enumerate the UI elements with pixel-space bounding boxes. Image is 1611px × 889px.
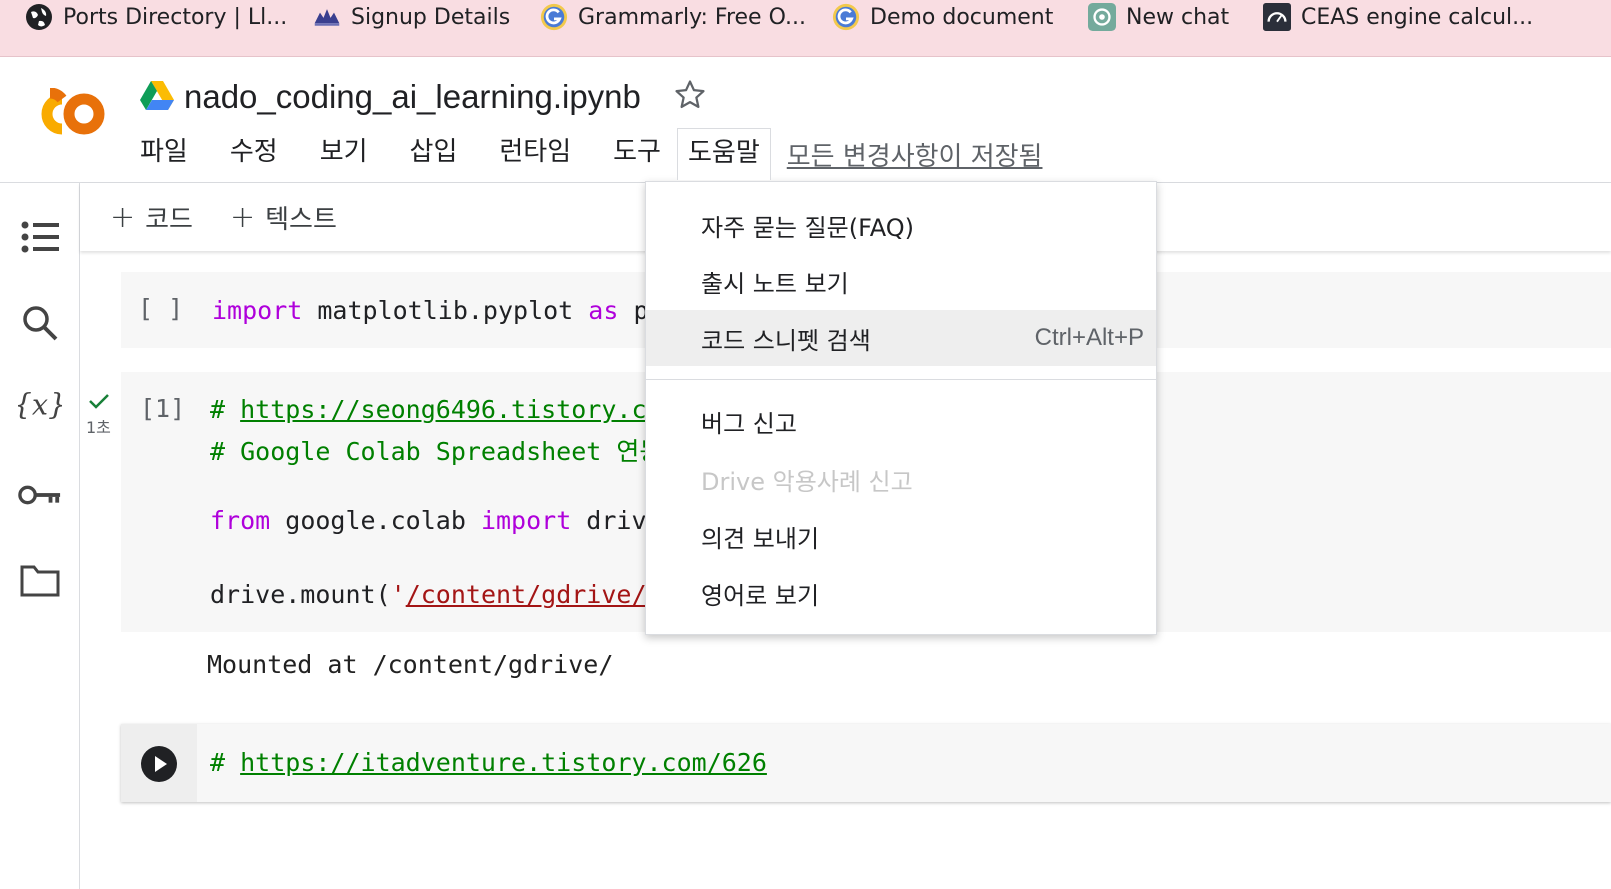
table-of-contents-icon[interactable]: [18, 215, 62, 259]
help-menu-item-send-feedback[interactable]: 의견 보내기: [646, 508, 1156, 564]
comment-hash: #: [210, 395, 241, 424]
add-text-label: 텍스트: [265, 204, 337, 235]
code-link[interactable]: https://itadventure.tistory.com/626: [240, 748, 767, 777]
bookmarks-bar: Ports Directory | Ll... Signup Details G…: [0, 0, 1611, 57]
help-menu-item-release-notes[interactable]: 출시 노트 보기: [646, 253, 1156, 309]
menu-item-label: 코드 스니펫 검색: [701, 326, 871, 355]
logo-icon: [313, 3, 341, 31]
cell-prompt[interactable]: [1]: [140, 394, 185, 423]
code-line[interactable]: # https://seong6496.tistory.com/: [210, 395, 692, 424]
bookmark-label: CEAS engine calcul...: [1301, 4, 1534, 30]
bookmark-ceas-engine[interactable]: CEAS engine calcul...: [1263, 0, 1533, 34]
bookmark-label: Ports Directory | Ll...: [63, 4, 288, 30]
menu-view[interactable]: 보기: [310, 128, 378, 180]
check-icon: [88, 392, 110, 414]
code-line[interactable]: # Google Colab Spreadsheet 연동: [210, 432, 662, 468]
bookmark-label: Grammarly: Free O...: [578, 4, 806, 30]
run-cell-button[interactable]: [140, 745, 178, 787]
bookmark-demo-document[interactable]: Demo document: [832, 0, 1053, 34]
menu-item-label: 영어로 보기: [701, 581, 820, 610]
cell-prompt[interactable]: [ ]: [138, 294, 183, 323]
help-menu-item-report-drive-abuse: Drive 악용사례 신고: [646, 451, 1156, 507]
bookmark-ports-directory[interactable]: Ports Directory | Ll...: [25, 0, 287, 34]
code-keyword: import: [480, 506, 572, 535]
colab-logo[interactable]: [28, 87, 108, 144]
key-icon[interactable]: [18, 473, 62, 517]
chatgpt-icon: [1088, 3, 1116, 31]
bookmark-new-chat[interactable]: New chat: [1088, 0, 1229, 34]
code-string-link[interactable]: /content/gdrive/: [406, 580, 647, 609]
help-menu-item-faq[interactable]: 자주 묻는 질문(FAQ): [646, 197, 1156, 253]
bookmark-grammarly-free[interactable]: Grammarly: Free O...: [540, 0, 806, 34]
plus-icon: +: [230, 199, 256, 235]
add-code-button[interactable]: + 코드: [110, 197, 193, 237]
menu-insert[interactable]: 삽입: [400, 128, 468, 180]
menu-item-label: 의견 보내기: [701, 524, 820, 553]
help-menu-item-search-snippets[interactable]: 코드 스니펫 검색 Ctrl+Alt+P: [646, 310, 1156, 366]
menu-file[interactable]: 파일: [130, 128, 198, 180]
bookmark-label: New chat: [1126, 4, 1230, 30]
bookmark-label: Demo document: [870, 4, 1054, 30]
code-text: google.colab: [270, 506, 481, 535]
shortcut-label: Ctrl+Alt+P: [1034, 324, 1144, 351]
add-code-label: 코드: [145, 204, 193, 235]
menu-item-label: 버그 신고: [701, 409, 797, 438]
search-icon[interactable]: [18, 301, 62, 345]
help-menu-item-report-bug[interactable]: 버그 신고: [646, 393, 1156, 449]
code-line[interactable]: drive.mount('/content/gdrive/'): [210, 580, 677, 609]
help-menu-dropdown: 자주 묻는 질문(FAQ) 출시 노트 보기 코드 스니펫 검색 Ctrl+Alt…: [645, 181, 1157, 635]
notebook-title-row: nado_coding_ai_learning.ipynb: [140, 74, 707, 120]
globe-icon: [25, 3, 53, 31]
cell-output: Mounted at /content/gdrive/: [207, 650, 614, 679]
menu-runtime[interactable]: 런타임: [489, 128, 581, 180]
comment-hash: #: [210, 748, 241, 777]
menu-edit[interactable]: 수정: [220, 128, 288, 180]
code-line[interactable]: import matplotlib.pyplot as plt: [212, 296, 679, 325]
menu-item-label: 출시 노트 보기: [701, 269, 849, 298]
code-quote: ': [390, 580, 406, 609]
code-line[interactable]: # https://itadventure.tistory.com/626: [210, 748, 767, 777]
menu-divider: [646, 379, 1156, 380]
bookmark-label: Signup Details: [351, 4, 511, 30]
grammarly-icon: [832, 3, 860, 31]
code-keyword: from: [210, 506, 271, 535]
menu-item-label: Drive 악용사례 신고: [701, 467, 913, 496]
notebook-title[interactable]: nado_coding_ai_learning.ipynb: [184, 78, 641, 116]
google-drive-icon[interactable]: [140, 80, 174, 114]
saved-status-link[interactable]: 모든 변경사항이 저장됨: [787, 136, 1043, 173]
code-link[interactable]: https://seong6496.tistory.com/: [240, 395, 692, 424]
folder-icon[interactable]: [18, 558, 62, 602]
star-icon[interactable]: [673, 78, 707, 116]
svg-text:{x}: {x}: [18, 388, 62, 422]
menu-bar: 파일 수정 보기 삽입 런타임 도구 도움말 모든 변경사항이 저장됨: [130, 128, 1042, 180]
variables-icon[interactable]: {x}: [18, 383, 62, 427]
add-text-button[interactable]: + 텍스트: [230, 197, 337, 237]
menu-tools[interactable]: 도구: [603, 128, 671, 180]
gauge-icon: [1263, 3, 1291, 31]
code-keyword: as: [588, 296, 619, 325]
help-menu-item-view-in-english[interactable]: 영어로 보기: [646, 565, 1156, 621]
menu-help[interactable]: 도움말: [676, 128, 771, 180]
code-text: drive.mount(: [210, 580, 391, 609]
bookmark-signup-details[interactable]: Signup Details: [313, 0, 510, 34]
code-keyword: import: [212, 296, 303, 325]
grammarly-icon: [540, 3, 568, 31]
left-sidebar: {x}: [0, 183, 80, 889]
code-text: matplotlib.pyplot: [302, 296, 589, 325]
code-line[interactable]: from google.colab import drive: [210, 506, 662, 535]
menu-item-label: 자주 묻는 질문(FAQ): [701, 213, 914, 242]
execution-time: 1초: [86, 418, 111, 437]
plus-icon: +: [110, 199, 136, 235]
